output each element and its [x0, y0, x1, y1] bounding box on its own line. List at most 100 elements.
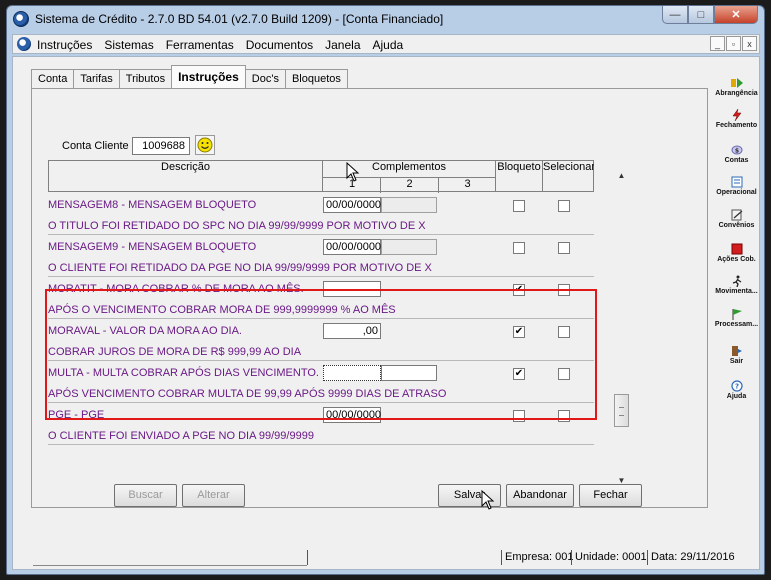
- fechar-button[interactable]: Fechar: [579, 484, 642, 507]
- row-separator: [48, 318, 594, 319]
- tab-instrucoes[interactable]: Instruções: [171, 65, 246, 88]
- toolbar-ajuda[interactable]: ? Ajuda: [712, 380, 761, 400]
- row-detail: COBRAR JUROS DE MORA DE R$ 999,99 AO DIA: [48, 346, 302, 358]
- tab-bloquetos[interactable]: Bloquetos: [284, 69, 348, 88]
- toolbar-label: Contas: [724, 157, 749, 164]
- scroll-up-arrow-icon[interactable]: ▲: [613, 167, 630, 184]
- conta-cliente-field[interactable]: 1009688: [132, 137, 190, 155]
- row-detail: O TITULO FOI RETIDADO DO SPC NO DIA 99/9…: [48, 220, 426, 232]
- row-title: PGE - PGE: [48, 409, 105, 421]
- smiley-icon: [197, 137, 213, 153]
- status-unidade: Unidade: 0001: [575, 551, 647, 563]
- lookup-button[interactable]: [195, 135, 215, 155]
- minimize-button[interactable]: —: [662, 6, 688, 24]
- header-bloqueto[interactable]: Bloqueto: [495, 160, 543, 192]
- scroll-thumb[interactable]: [614, 394, 629, 427]
- menu-ferramentas[interactable]: Ferramentas: [166, 38, 234, 52]
- toolbar-acoes-cob[interactable]: Ações Cob.: [712, 243, 761, 263]
- row-title: MULTA - MULTA COBRAR APÓS DIAS VENCIMENT…: [48, 367, 319, 379]
- tab-conta[interactable]: Conta: [31, 69, 75, 88]
- header-c2[interactable]: 2: [380, 177, 438, 193]
- tab-tributos[interactable]: Tributos: [118, 69, 173, 88]
- complemento-1-field[interactable]: ,00: [323, 323, 381, 339]
- menu-janela[interactable]: Janela: [325, 38, 360, 52]
- toolbar-label: Movimenta...: [715, 288, 758, 295]
- selecionar-checkbox[interactable]: [558, 410, 570, 422]
- status-bar: Empresa: 001 Unidade: 0001 Data: 29/11/2…: [13, 547, 759, 569]
- selecionar-checkbox[interactable]: [558, 200, 570, 212]
- complemento-1-field[interactable]: [323, 365, 381, 381]
- bloqueto-checkbox[interactable]: ✔: [513, 326, 525, 338]
- row-detail: O CLIENTE FOI ENVIADO A PGE NO DIA 99/99…: [48, 430, 314, 442]
- header-c3[interactable]: 3: [438, 177, 496, 193]
- bloqueto-checkbox[interactable]: ✔: [513, 368, 525, 380]
- toolbar-sair[interactable]: Sair: [712, 345, 761, 365]
- abandonar-button[interactable]: Abandonar: [506, 484, 574, 507]
- bloqueto-checkbox[interactable]: [513, 410, 525, 422]
- toolbar-operacional[interactable]: Operacional: [712, 176, 761, 196]
- complemento-2-field[interactable]: [381, 197, 437, 213]
- toolbar-convenios[interactable]: Convênios: [712, 209, 761, 229]
- row-title: MENSAGEM9 - MENSAGEM BLOQUETO: [48, 241, 257, 253]
- mdi-restore-button[interactable]: ▫: [726, 36, 741, 51]
- title-bar[interactable]: Sistema de Crédito - 2.7.0 BD 54.01 (v2.…: [7, 6, 764, 32]
- toolbar-contas[interactable]: $ Contas: [712, 144, 761, 164]
- alterar-button[interactable]: Alterar: [182, 484, 245, 507]
- bloqueto-checkbox[interactable]: ✔: [513, 284, 525, 296]
- toolbar-label: Sair: [729, 358, 744, 365]
- grid-scrollbar[interactable]: ▲ ▼: [613, 167, 630, 507]
- row-detail: O CLIENTE FOI RETIDADO DA PGE NO DIA 99/…: [48, 262, 432, 274]
- tab-tarifas[interactable]: Tarifas: [73, 69, 120, 88]
- buscar-button[interactable]: Buscar: [114, 484, 177, 507]
- header-selecionar[interactable]: Selecionar: [542, 160, 594, 192]
- instructions-grid: Descrição Complementos 1 2 3 Bloqueto Se…: [48, 160, 594, 472]
- window-title: Sistema de Crédito - 2.7.0 BD 54.01 (v2.…: [35, 12, 444, 26]
- toolbar-movimentacao[interactable]: Movimenta...: [712, 275, 761, 295]
- document-icon[interactable]: [17, 37, 31, 51]
- header-complementos-label: Complementos: [372, 161, 446, 173]
- complemento-2-field[interactable]: [381, 365, 437, 381]
- maximize-button[interactable]: □: [688, 6, 714, 24]
- selecionar-checkbox[interactable]: [558, 242, 570, 254]
- selecionar-checkbox[interactable]: [558, 326, 570, 338]
- mdi-minimize-button[interactable]: _: [710, 36, 725, 51]
- complemento-1-field[interactable]: 00/00/0000: [323, 239, 381, 255]
- row-separator: [48, 234, 594, 235]
- header-complementos: Complementos 1 2 3: [322, 160, 496, 193]
- row-separator: [48, 444, 594, 445]
- app-icon: [13, 11, 29, 27]
- header-descricao[interactable]: Descrição: [48, 160, 323, 192]
- menu-documentos[interactable]: Documentos: [246, 38, 313, 52]
- salvar-button[interactable]: Salvar: [438, 484, 501, 507]
- menu-ajuda[interactable]: Ajuda: [373, 38, 404, 52]
- status-progress: [33, 552, 307, 566]
- main-window: Sistema de Crédito - 2.7.0 BD 54.01 (v2.…: [6, 5, 765, 575]
- instrucoes-panel: Conta Cliente 1009688 Descrição Compleme…: [31, 88, 708, 508]
- complemento-1-field[interactable]: 00/00/0000: [323, 407, 381, 423]
- selecionar-checkbox[interactable]: [558, 368, 570, 380]
- mdi-close-button[interactable]: x: [742, 36, 757, 51]
- tab-docs[interactable]: Doc's: [244, 69, 286, 88]
- side-toolbar: Abrangência Fechamento $ Contas Operacio…: [712, 57, 761, 497]
- bloqueto-checkbox[interactable]: [513, 200, 525, 212]
- menu-sistemas[interactable]: Sistemas: [104, 38, 153, 52]
- menu-instrucoes[interactable]: Instruções: [37, 38, 92, 52]
- toolbar-fechamento[interactable]: Fechamento: [712, 109, 761, 129]
- close-button[interactable]: ✕: [714, 6, 758, 24]
- lightning-icon: [732, 109, 741, 121]
- complemento-2-field[interactable]: [381, 239, 437, 255]
- complemento-1-field[interactable]: [323, 281, 381, 297]
- selecionar-checkbox[interactable]: [558, 284, 570, 296]
- conta-cliente-label: Conta Cliente: [62, 140, 129, 152]
- toolbar-label: Ações Cob.: [717, 256, 756, 263]
- toolbar-abrangencia[interactable]: Abrangência: [712, 77, 761, 97]
- row-separator: [48, 276, 594, 277]
- agreements-icon: [731, 209, 742, 221]
- svg-text:$: $: [734, 148, 738, 155]
- bloqueto-checkbox[interactable]: [513, 242, 525, 254]
- toolbar-processamento[interactable]: Processam...: [712, 308, 761, 328]
- row-separator: [48, 360, 594, 361]
- complemento-1-field[interactable]: 00/00/0000: [323, 197, 381, 213]
- toolbar-label: Ajuda: [726, 393, 747, 400]
- header-c1[interactable]: 1: [323, 177, 381, 193]
